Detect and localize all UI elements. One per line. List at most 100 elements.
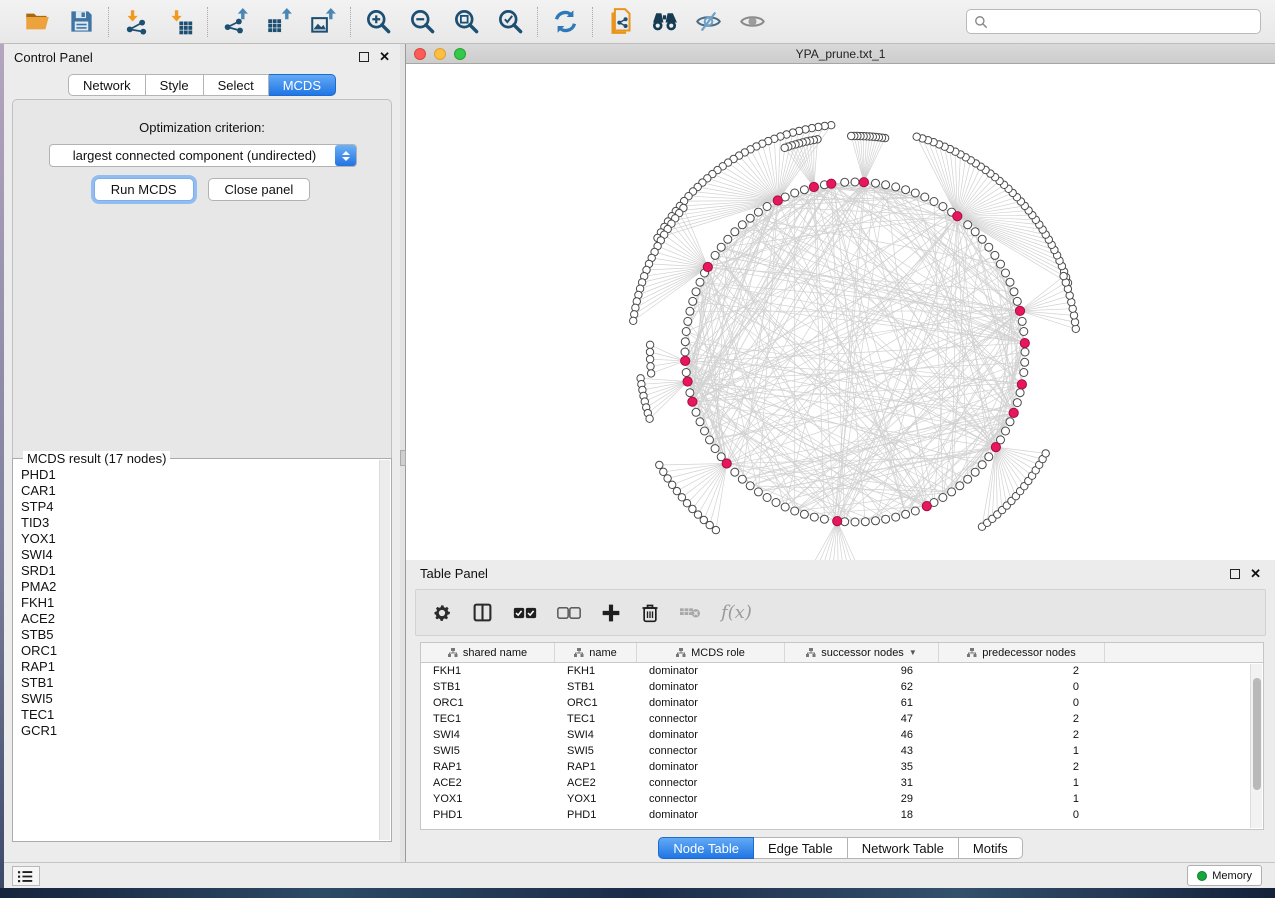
mcds-result-list[interactable]: PHD1CAR1STP4TID3YOX1SWI4SRD1PMA2FKH1ACE2… [14,467,379,840]
save-floppy-icon [68,8,95,35]
mcds-result-item[interactable]: ACE2 [21,611,379,627]
show-all-button[interactable] [737,7,767,37]
column-header-shared-name[interactable]: shared name [421,643,555,662]
table-cell: SWI5 [421,745,555,757]
mcds-result-item[interactable]: STB5 [21,627,379,643]
column-header-successor-nodes[interactable]: successor nodes▼ [785,643,939,662]
network-window-titlebar[interactable]: YPA_prune.txt_1 [406,44,1275,64]
table-row[interactable]: YOX1YOX1connector291 [421,791,1263,807]
mcds-result-item[interactable]: FKH1 [21,595,379,611]
mcds-result-item[interactable]: TEC1 [21,707,379,723]
zoom-fit-button[interactable] [451,7,481,37]
zoom-in-button[interactable] [363,7,393,37]
mcds-result-item[interactable]: SWI4 [21,547,379,563]
table-cell: connector [637,777,785,789]
close-panel-icon[interactable]: ✕ [379,52,390,62]
float-window-icon[interactable] [1230,569,1240,579]
table-cell: ACE2 [555,777,637,789]
column-header-predecessor-nodes[interactable]: predecessor nodes [939,643,1105,662]
column-header-name[interactable]: name [555,643,637,662]
zoom-in-icon [365,8,392,35]
select-all-button[interactable] [513,606,537,620]
search-input[interactable] [993,15,1253,29]
zoom-out-icon [409,8,436,35]
table-cell: STB1 [555,681,637,693]
export-table-button[interactable] [264,7,294,37]
table-row[interactable]: FKH1FKH1dominator962 [421,663,1263,679]
memory-button[interactable]: Memory [1187,865,1262,886]
panel-menu-button[interactable] [12,866,40,886]
zoom-out-button[interactable] [407,7,437,37]
table-row[interactable]: ACE2ACE2connector311 [421,775,1263,791]
float-window-icon[interactable] [359,52,369,62]
show-columns-button[interactable] [472,602,493,623]
tab-motifs[interactable]: Motifs [959,837,1023,859]
tab-network-table[interactable]: Network Table [848,837,959,859]
mcds-result-item[interactable]: CAR1 [21,483,379,499]
save-session-button[interactable] [66,7,96,37]
table-row[interactable]: RAP1RAP1dominator352 [421,759,1263,775]
mcds-result-item[interactable]: SWI5 [21,691,379,707]
column-header-MCDS-role[interactable]: MCDS role [637,643,785,662]
tab-node-table[interactable]: Node Table [658,837,754,859]
table-row[interactable]: ORC1ORC1dominator610 [421,695,1263,711]
add-column-button[interactable] [601,603,621,623]
open-folder-icon [24,8,51,35]
table-row[interactable]: STB1STB1dominator620 [421,679,1263,695]
optimization-criterion-dropdown[interactable]: largest connected component (undirected) [49,144,357,167]
mcds-result-scrollbar[interactable] [379,460,390,840]
run-mcds-button[interactable]: Run MCDS [94,178,194,201]
export-image-button[interactable] [308,7,338,37]
zoom-selected-button[interactable] [495,7,525,37]
sort-descending-icon: ▼ [909,648,917,657]
network-canvas[interactable] [406,64,1275,560]
table-cell: 35 [785,761,939,773]
table-row[interactable]: TEC1TEC1connector472 [421,711,1263,727]
mcds-result-item[interactable]: STB1 [21,675,379,691]
table-cell: connector [637,745,785,757]
import-network-button[interactable] [121,7,151,37]
open-file-button[interactable] [22,7,52,37]
tab-style[interactable]: Style [146,74,204,96]
control-panel-tabs: Network Style Select MCDS [4,74,400,96]
mcds-result-item[interactable]: PHD1 [21,467,379,483]
checked-boxes-icon [513,606,537,620]
table-scrollbar[interactable] [1250,664,1262,828]
mcds-result-item[interactable]: SRD1 [21,563,379,579]
export-network-button[interactable] [220,7,250,37]
import-table-icon [167,8,194,35]
mcds-result-item[interactable]: RAP1 [21,659,379,675]
mcds-result-item[interactable]: ORC1 [21,643,379,659]
close-panel-icon[interactable]: ✕ [1250,569,1261,579]
mcds-result-item[interactable]: STP4 [21,499,379,515]
deselect-all-button[interactable] [557,606,581,620]
first-neighbors-button[interactable] [649,7,679,37]
tab-select[interactable]: Select [204,74,269,96]
mcds-result-item[interactable]: PMA2 [21,579,379,595]
mcds-result-item[interactable]: TID3 [21,515,379,531]
table-cell: FKH1 [555,665,637,677]
import-table-button[interactable] [165,7,195,37]
table-scrollbar-thumb[interactable] [1253,678,1261,790]
hide-selected-button[interactable] [693,7,723,37]
delete-selected-button[interactable] [641,603,659,623]
search-field[interactable] [966,9,1261,34]
status-bar: Memory [0,862,1275,888]
table-row[interactable]: SWI4SWI4dominator462 [421,727,1263,743]
import-network-icon [123,8,150,35]
mcds-result-item[interactable]: YOX1 [21,531,379,547]
tab-mcds[interactable]: MCDS [269,74,336,96]
tab-network[interactable]: Network [68,74,146,96]
tab-edge-table[interactable]: Edge Table [754,837,848,859]
table-cell: YOX1 [555,793,637,805]
mcds-result-group: MCDS result (17 nodes) PHD1CAR1STP4TID3Y… [12,458,392,842]
apply-layout-button[interactable] [550,7,580,37]
table-row[interactable]: PHD1PHD1dominator180 [421,807,1263,823]
new-network-from-selection-button[interactable] [605,7,635,37]
control-panel-header: Control Panel ✕ [4,44,400,70]
table-options-button[interactable] [432,603,452,623]
mcds-result-item[interactable]: GCR1 [21,723,379,739]
close-panel-button[interactable]: Close panel [208,178,311,201]
table-row[interactable]: SWI5SWI5connector431 [421,743,1263,759]
network-graph[interactable] [406,64,1275,560]
